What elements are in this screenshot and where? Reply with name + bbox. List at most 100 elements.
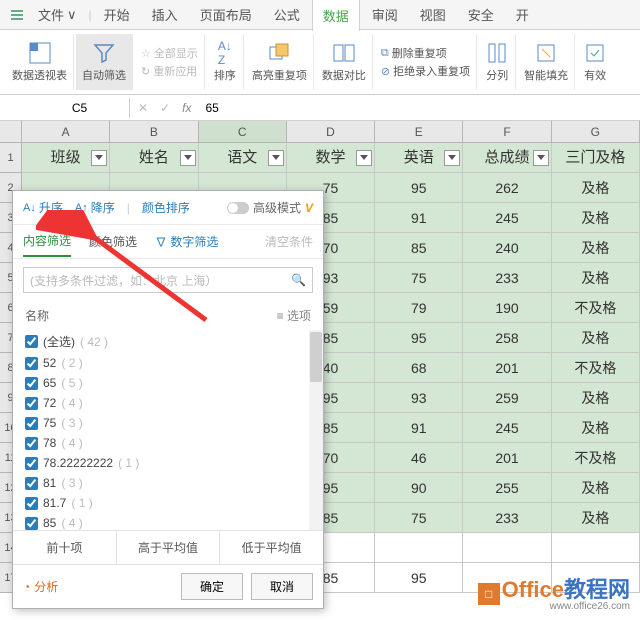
- cell[interactable]: 95: [375, 173, 463, 203]
- cell[interactable]: 91: [375, 413, 463, 443]
- filter-item[interactable]: 65 ( 5 ): [23, 373, 313, 393]
- cell[interactable]: 及格: [552, 473, 640, 503]
- cell[interactable]: 及格: [552, 503, 640, 533]
- cell[interactable]: 93: [375, 383, 463, 413]
- filter-dropdown-icon[interactable]: [180, 150, 196, 166]
- filter-item[interactable]: 85 ( 4 ): [23, 513, 313, 530]
- cell[interactable]: [552, 533, 640, 563]
- colhead-a[interactable]: A: [22, 121, 110, 142]
- below-avg[interactable]: 低于平均值: [220, 531, 323, 564]
- checkbox[interactable]: [25, 457, 38, 470]
- cell[interactable]: 91: [375, 203, 463, 233]
- tab-content-filter[interactable]: 内容筛选: [23, 226, 71, 257]
- scroll-thumb[interactable]: [310, 332, 322, 382]
- tab-view[interactable]: 视图: [410, 0, 456, 30]
- filter-item[interactable]: 78.22222222 ( 1 ): [23, 453, 313, 473]
- fx-accept-icon[interactable]: ✓: [156, 101, 174, 115]
- cell[interactable]: 95: [375, 323, 463, 353]
- cell[interactable]: 及格: [552, 173, 640, 203]
- filter-item[interactable]: 81.7 ( 1 ): [23, 493, 313, 513]
- analyze-link[interactable]: ◔分析: [23, 578, 58, 595]
- color-sort[interactable]: 颜色排序: [142, 199, 190, 216]
- cell[interactable]: 245: [463, 413, 551, 443]
- cell[interactable]: 75: [375, 263, 463, 293]
- colhead-e[interactable]: E: [375, 121, 463, 142]
- colhead-d[interactable]: D: [287, 121, 375, 142]
- ribbon-split[interactable]: 分列: [479, 34, 516, 90]
- filter-item[interactable]: 72 ( 4 ): [23, 393, 313, 413]
- filter-item[interactable]: 78 ( 4 ): [23, 433, 313, 453]
- formula-value[interactable]: 65: [199, 101, 224, 115]
- filter-item[interactable]: 81 ( 3 ): [23, 473, 313, 493]
- sort-asc[interactable]: A↓升序: [23, 199, 63, 216]
- cell[interactable]: 95: [375, 563, 463, 593]
- reject-dup[interactable]: ⊘拒绝录入重复项: [381, 63, 470, 79]
- cell[interactable]: 不及格: [552, 353, 640, 383]
- checkbox[interactable]: [25, 417, 38, 430]
- ribbon-smartfill[interactable]: 智能填充: [518, 34, 575, 90]
- checkbox[interactable]: [25, 477, 38, 490]
- header-english[interactable]: 英语: [375, 143, 463, 173]
- cell[interactable]: 及格: [552, 203, 640, 233]
- app-menu-icon[interactable]: [8, 6, 26, 24]
- filter-dropdown-icon[interactable]: [444, 150, 460, 166]
- header-pass[interactable]: 三门及格: [552, 143, 640, 173]
- ribbon-sort[interactable]: A↓Z 排序: [207, 34, 244, 90]
- tab-home[interactable]: 开始: [94, 0, 140, 30]
- colhead-f[interactable]: F: [463, 121, 551, 142]
- tab-number-filter[interactable]: ∇ 数字筛选: [155, 227, 218, 256]
- cell[interactable]: 233: [463, 263, 551, 293]
- checkbox[interactable]: [25, 377, 38, 390]
- filter-item[interactable]: (全选) ( 42 ): [23, 330, 313, 353]
- checkbox[interactable]: [25, 437, 38, 450]
- checkbox[interactable]: [25, 357, 38, 370]
- del-dup[interactable]: ⧉删除重复项: [381, 45, 470, 61]
- tab-formula[interactable]: 公式: [264, 0, 310, 30]
- ribbon-validate[interactable]: 有效: [577, 34, 613, 90]
- top-ten[interactable]: 前十项: [13, 531, 117, 564]
- rowhead-1[interactable]: 1: [0, 143, 22, 173]
- filter-dropdown-icon[interactable]: [91, 150, 107, 166]
- cell[interactable]: 及格: [552, 383, 640, 413]
- checkbox[interactable]: [25, 335, 38, 348]
- cell[interactable]: 68: [375, 353, 463, 383]
- tab-more[interactable]: 开: [506, 0, 539, 30]
- header-class[interactable]: 班级: [22, 143, 110, 173]
- tab-color-filter[interactable]: 颜色筛选: [89, 227, 137, 256]
- filter-item[interactable]: 52 ( 2 ): [23, 353, 313, 373]
- cell[interactable]: 及格: [552, 323, 640, 353]
- filter-dropdown-icon[interactable]: [268, 150, 284, 166]
- advanced-mode-toggle[interactable]: 高级模式 V: [227, 199, 313, 216]
- cell[interactable]: [463, 533, 551, 563]
- ribbon-compare[interactable]: 数据对比: [316, 34, 373, 90]
- fx-icon[interactable]: fx: [174, 101, 199, 115]
- cell[interactable]: 245: [463, 203, 551, 233]
- cell[interactable]: 233: [463, 503, 551, 533]
- header-math[interactable]: 数学: [287, 143, 375, 173]
- cell[interactable]: 不及格: [552, 293, 640, 323]
- tab-review[interactable]: 审阅: [362, 0, 408, 30]
- header-chinese[interactable]: 语文: [199, 143, 287, 173]
- cell[interactable]: 79: [375, 293, 463, 323]
- header-name[interactable]: 姓名: [110, 143, 198, 173]
- cell[interactable]: 及格: [552, 413, 640, 443]
- cell[interactable]: 90: [375, 473, 463, 503]
- cell[interactable]: 及格: [552, 263, 640, 293]
- fx-cancel-icon[interactable]: ✕: [130, 101, 156, 115]
- checkbox[interactable]: [25, 497, 38, 510]
- cell[interactable]: 75: [375, 503, 463, 533]
- filter-item[interactable]: 75 ( 3 ): [23, 413, 313, 433]
- name-box[interactable]: C5: [30, 98, 130, 118]
- tab-insert[interactable]: 插入: [142, 0, 188, 30]
- colhead-c[interactable]: C: [199, 121, 287, 142]
- ribbon-pivot[interactable]: 数据透视表: [6, 34, 74, 90]
- cell[interactable]: 201: [463, 353, 551, 383]
- scrollbar[interactable]: [309, 330, 323, 530]
- cell[interactable]: 85: [375, 233, 463, 263]
- cell[interactable]: 240: [463, 233, 551, 263]
- header-total[interactable]: 总成绩: [463, 143, 551, 173]
- clear-filter[interactable]: 清空条件: [265, 233, 313, 250]
- cell[interactable]: 不及格: [552, 443, 640, 473]
- cell[interactable]: 259: [463, 383, 551, 413]
- cell[interactable]: 255: [463, 473, 551, 503]
